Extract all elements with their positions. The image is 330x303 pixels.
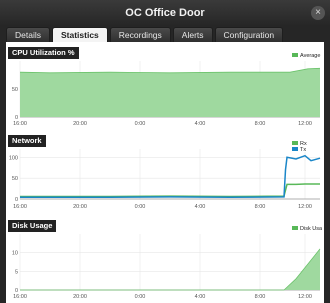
legend-label: Average xyxy=(300,53,320,59)
legend-swatch xyxy=(292,53,298,57)
y-tick-label: 0 xyxy=(15,115,18,121)
x-tick-label: 20:00 xyxy=(73,121,87,127)
series-line-tx xyxy=(20,154,321,199)
y-tick-label: 50 xyxy=(12,176,18,182)
cpu-chart: 16:00 20:00 0:00 4:00 8:00 12:00 0 50 Average xyxy=(12,52,322,127)
series-line-rx xyxy=(20,183,320,198)
x-tick-label: 8:00 xyxy=(255,204,266,210)
title-bar: OC Office Door × xyxy=(0,0,330,26)
x-tick-label: 16:00 xyxy=(13,204,27,210)
window-title: OC Office Door xyxy=(125,7,205,19)
series-area-average xyxy=(20,68,320,117)
y-tick-label: 100 xyxy=(9,155,18,161)
y-tick-label: 0 xyxy=(15,288,18,294)
legend-swatch xyxy=(292,226,298,230)
x-tick-label: 20:00 xyxy=(73,204,87,210)
x-tick-label: 4:00 xyxy=(195,204,206,210)
tab-bar: Details Statistics Recordings Alerts Con… xyxy=(6,27,284,42)
x-tick-label: 8:00 xyxy=(255,294,266,300)
tab-alerts[interactable]: Alerts xyxy=(172,27,213,42)
tab-configuration[interactable]: Configuration xyxy=(214,27,284,42)
series-line-average xyxy=(19,67,321,74)
x-tick-label: 4:00 xyxy=(195,294,206,300)
x-tick-label: 0:00 xyxy=(135,294,146,300)
y-tick-label: 5 xyxy=(15,269,18,275)
x-tick-label: 12:00 xyxy=(298,294,312,300)
dialog-window: OC Office Door × Details Statistics Reco… xyxy=(0,0,330,303)
cpu-chart-title: CPU Utilization % xyxy=(8,47,79,59)
legend-swatch xyxy=(292,147,298,151)
tab-statistics[interactable]: Statistics xyxy=(51,27,108,42)
x-tick-label: 0:00 xyxy=(135,204,146,210)
cpu-chart-panel: 16:00 20:00 0:00 4:00 8:00 12:00 0 50 Average CP… xyxy=(8,47,322,127)
x-tick-label: 0:00 xyxy=(135,121,146,127)
y-tick-label: 10 xyxy=(12,251,18,257)
x-tick-label: 16:00 xyxy=(13,121,27,127)
disk-chart-panel: 16:00 20:00 0:00 4:00 8:00 12:00 0 5 10 Disk Usag… xyxy=(8,220,322,300)
tab-recordings[interactable]: Recordings xyxy=(109,27,171,42)
network-chart: 16:00 20:00 0:00 4:00 8:00 12:00050100RxTx xyxy=(9,140,322,210)
y-tick-label: 0 xyxy=(15,197,18,203)
legend-swatch xyxy=(292,141,298,145)
y-tick-label: 50 xyxy=(12,87,18,93)
network-chart-panel: 16:00 20:00 0:00 4:00 8:00 12:00 0 50 100 Rx Tx Ne… xyxy=(8,135,322,211)
x-tick-label: 8:00 xyxy=(255,121,266,127)
disk-chart: 16:00 20:00 0:00 4:00 8:00 12:00 0 5 10 Disk Usag… xyxy=(12,225,322,300)
network-chart-title: Network xyxy=(8,135,46,147)
x-tick-label: 16:00 xyxy=(13,294,27,300)
series-line-disk-usage xyxy=(20,248,321,291)
disk-chart-title: Disk Usage xyxy=(8,220,57,232)
legend-label: Disk Usage xyxy=(300,226,322,232)
x-tick-label: 4:00 xyxy=(195,121,206,127)
series-area-disk-usage xyxy=(20,248,320,290)
x-tick-label: 12:00 xyxy=(298,204,312,210)
legend-label: Tx xyxy=(300,147,306,153)
x-tick-label: 20:00 xyxy=(73,294,87,300)
close-icon[interactable]: × xyxy=(311,6,325,20)
x-tick-label: 12:00 xyxy=(298,121,312,127)
tab-details[interactable]: Details xyxy=(6,27,50,42)
